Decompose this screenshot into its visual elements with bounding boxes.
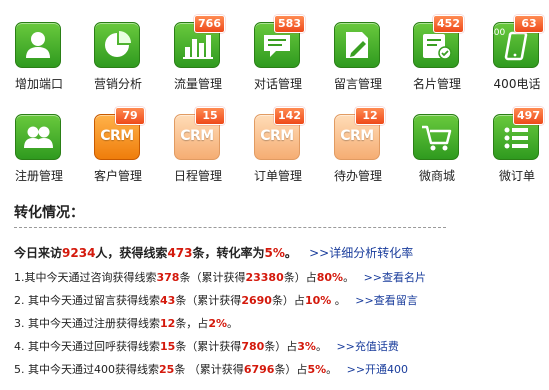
crm-text: CRM bbox=[100, 128, 134, 144]
phone-prefix: 400 bbox=[488, 28, 506, 38]
line-text: 。 bbox=[227, 317, 238, 330]
line-percent: 5% bbox=[307, 363, 327, 376]
line-count: 15 bbox=[160, 340, 176, 353]
crm-icon: CRM 12 bbox=[334, 107, 385, 160]
line-text: 条）占 bbox=[271, 294, 305, 307]
line-count: 12 bbox=[160, 317, 176, 330]
crm-text: CRM bbox=[260, 128, 294, 144]
count-badge: 583 bbox=[274, 15, 305, 33]
recharge-link[interactable]: >>充值话费 bbox=[336, 340, 398, 353]
view-cards-link[interactable]: >>查看名片 bbox=[364, 271, 426, 284]
bar-chart-icon: 766 bbox=[174, 15, 225, 68]
tile-label: 待办管理 bbox=[333, 169, 382, 183]
line-percent: 10% bbox=[304, 294, 332, 307]
tile-label: 订单管理 bbox=[253, 169, 302, 183]
leads-count: 473 bbox=[167, 246, 193, 260]
lead-line-message: 2. 其中今天通过留言获得线索43条（累计获得2690条）占10% 。 >>查看… bbox=[14, 292, 418, 308]
section-title: 转化情况： bbox=[14, 205, 84, 221]
divider bbox=[14, 227, 446, 228]
phone-icon: 400 63 bbox=[488, 15, 544, 68]
summary-text: 人，获得线索 bbox=[95, 246, 168, 260]
lead-line-register: 3. 其中今天通过注册获得线索12条，占2%。 bbox=[14, 315, 238, 331]
pie-chart-icon bbox=[94, 22, 140, 68]
shopping-cart-icon bbox=[413, 114, 459, 160]
tile-label: 微订单 bbox=[498, 169, 535, 183]
summary-text: 。 bbox=[284, 246, 297, 260]
tile-label: 微商城 bbox=[418, 169, 455, 183]
lead-line-consult: 1.其中今天通过咨询获得线索378条（累计获得23380条）占80%。 >>查看… bbox=[14, 269, 426, 285]
line-total: 23380 bbox=[245, 271, 284, 284]
crm-icon: CRM 15 bbox=[174, 107, 225, 160]
line-count: 25 bbox=[159, 363, 175, 376]
line-total: 780 bbox=[241, 340, 265, 353]
line-percent: 80% bbox=[316, 271, 344, 284]
count-badge: 12 bbox=[355, 107, 385, 125]
tile-label: 名片管理 bbox=[412, 77, 461, 91]
user-add-icon bbox=[15, 22, 61, 68]
count-badge: 79 bbox=[115, 107, 145, 125]
crm-icon: CRM 79 bbox=[94, 107, 145, 160]
summary-text: 今日来访 bbox=[14, 246, 63, 260]
line-text: 3. 其中今天通过注册获得线索 bbox=[14, 317, 160, 330]
line-text: 条 （累计获得 bbox=[174, 363, 244, 376]
tile-label: 注册管理 bbox=[14, 169, 63, 183]
line-text: 条（累计获得 bbox=[175, 294, 242, 307]
tile-label: 400电话 bbox=[493, 77, 541, 91]
view-messages-link[interactable]: >>查看留言 bbox=[355, 294, 417, 307]
count-badge: 142 bbox=[274, 107, 305, 125]
lead-line-400: 5. 其中今天通过400获得线索25条 （累计获得6796条）占5%。 >>开通… bbox=[14, 361, 408, 377]
crm-text: CRM bbox=[180, 128, 214, 144]
line-text: 条（累计获得 bbox=[175, 340, 242, 353]
conversion-summary: 今日来访9234人，获得线索473条，转化率为5%。 >>详细分析转化率 bbox=[14, 244, 413, 261]
line-total: 6796 bbox=[243, 363, 275, 376]
detail-analysis-link[interactable]: >>详细分析转化率 bbox=[309, 246, 413, 260]
line-text: 条）占 bbox=[274, 363, 308, 376]
line-text: 1.其中今天通过咨询获得线索 bbox=[14, 271, 157, 284]
line-text: 。 bbox=[315, 340, 327, 353]
line-text: 5. 其中今天通过400获得线索 bbox=[14, 363, 159, 376]
tile-label: 客户管理 bbox=[93, 169, 142, 183]
tile-label: 对话管理 bbox=[253, 77, 302, 91]
message-edit-icon bbox=[334, 22, 380, 68]
tile-label: 流量管理 bbox=[173, 77, 222, 91]
conversion-rate: 5% bbox=[264, 246, 285, 260]
line-text: 条，占 bbox=[175, 317, 209, 330]
line-text: 。 bbox=[343, 271, 355, 284]
count-badge: 63 bbox=[514, 15, 544, 33]
lead-line-callback: 4. 其中今天通过回呼获得线索15条（累计获得780条）占3%。 >>充值话费 bbox=[14, 338, 399, 354]
count-badge: 15 bbox=[195, 107, 225, 125]
line-text: 2. 其中今天通过留言获得线索 bbox=[14, 294, 160, 307]
line-text: 条）占 bbox=[264, 340, 298, 353]
tile-label: 营销分析 bbox=[93, 77, 142, 91]
line-percent: 3% bbox=[297, 340, 316, 353]
line-text: 4. 其中今天通过回呼获得线索 bbox=[14, 340, 160, 353]
tile-label: 增加端口 bbox=[14, 77, 63, 91]
line-percent: 2% bbox=[208, 317, 227, 330]
line-total: 2690 bbox=[241, 294, 272, 307]
count-badge: 766 bbox=[194, 15, 225, 33]
users-icon bbox=[15, 114, 61, 160]
crm-text: CRM bbox=[340, 128, 374, 144]
line-text: 条（累计获得 bbox=[179, 271, 246, 284]
visits-count: 9234 bbox=[62, 246, 96, 260]
summary-text: 条，转化率为 bbox=[192, 246, 265, 260]
tile-label: 留言管理 bbox=[333, 77, 382, 91]
count-badge: 452 bbox=[433, 15, 464, 33]
count-badge: 497 bbox=[513, 107, 544, 125]
line-count: 43 bbox=[160, 294, 176, 307]
contact-card-icon: 452 bbox=[413, 15, 464, 68]
crm-icon: CRM 142 bbox=[254, 107, 305, 160]
line-text: 条）占 bbox=[283, 271, 317, 284]
tile-label: 日程管理 bbox=[173, 169, 222, 183]
line-text: 。 bbox=[326, 363, 338, 376]
list-icon: 497 bbox=[493, 107, 544, 160]
enable-400-link[interactable]: >>开通400 bbox=[347, 363, 408, 376]
line-count: 378 bbox=[156, 271, 180, 284]
chat-icon: 583 bbox=[254, 15, 305, 68]
line-text: 。 bbox=[331, 294, 346, 307]
